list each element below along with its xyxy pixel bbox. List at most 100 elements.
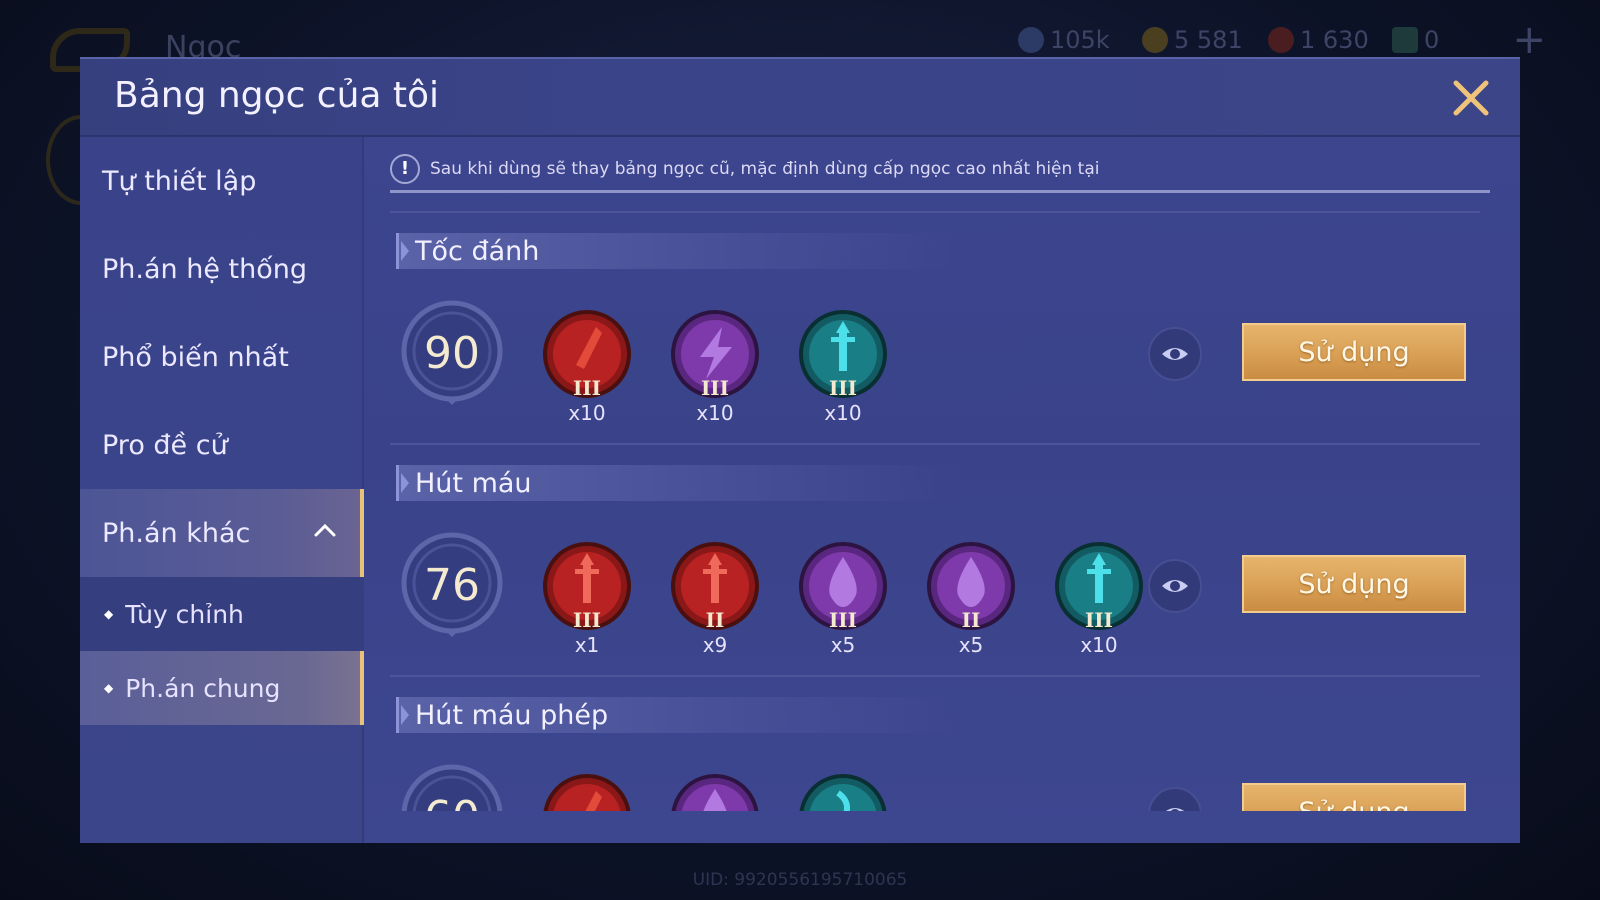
diamond-icon: ◆	[104, 607, 114, 621]
warning-icon: !	[390, 153, 420, 184]
set-name: Tốc đánh	[415, 235, 540, 267]
gem-tier: III	[701, 376, 729, 399]
red-blade-gem-icon	[543, 774, 631, 811]
gem-tier: III	[1085, 608, 1113, 631]
sidebar-item-custom[interactable]: Tự thiết lập	[80, 137, 364, 225]
gem-count: x10	[1080, 633, 1118, 657]
rune-gem[interactable]: III	[670, 309, 760, 400]
level-badge: 90	[398, 299, 506, 407]
set-header: Tốc đánh	[396, 233, 956, 269]
section-marker-icon	[401, 705, 409, 725]
chevron-up-icon	[314, 523, 336, 537]
sidebar-subitem-custom[interactable]: ◆ Tùy chỉnh	[80, 577, 364, 651]
sidebar-item-label: Phổ biến nhất	[102, 341, 289, 373]
gem-count: x10	[568, 401, 606, 425]
rune-gem[interactable]	[670, 773, 760, 811]
modal-title: Bảng ngọc của tôi	[114, 75, 440, 116]
divider	[390, 675, 1480, 677]
set-row-clipped: 60	[366, 751, 1520, 811]
ticket-icon	[1392, 27, 1418, 53]
red-blade-gem-icon: III	[543, 310, 631, 400]
purple-drop-gem-icon: II	[927, 542, 1015, 632]
rune-board-modal: Bảng ngọc của tôi Tự thiết lập Ph.án hệ …	[80, 57, 1520, 843]
level-badge: 76	[398, 531, 506, 639]
add-currency-button[interactable]: +	[1512, 20, 1546, 60]
preview-button[interactable]	[1148, 327, 1202, 381]
divider	[390, 211, 1480, 213]
gold-icon	[1142, 27, 1168, 53]
gem-tier: II	[962, 608, 981, 631]
rune-gem[interactable]: III	[798, 309, 888, 400]
currency-gem: 1 630	[1268, 26, 1369, 54]
set-name: Hút máu	[415, 467, 532, 499]
notice-text: Sau khi dùng sẽ thay bảng ngọc cũ, mặc đ…	[430, 158, 1100, 179]
set-header: Hút máu phép	[396, 697, 956, 733]
uid-label: UID: 9920556195710065	[692, 870, 908, 890]
level-badge: 60	[398, 763, 506, 811]
rune-gem[interactable]: III	[542, 309, 632, 400]
rune-set-list[interactable]: ! Sau khi dùng sẽ thay bảng ngọc cũ, mặc…	[366, 137, 1520, 843]
teal-gem-icon	[799, 774, 887, 811]
gem-tier: III	[573, 608, 601, 631]
rune-gem[interactable]: III	[542, 541, 632, 632]
eye-icon	[1165, 808, 1185, 811]
rune-gem[interactable]: II	[926, 541, 1016, 632]
gem-count: x10	[824, 401, 862, 425]
gem-count: x9	[702, 633, 728, 657]
close-button[interactable]	[1448, 75, 1494, 121]
gem-count: x10	[696, 401, 734, 425]
rune-gem[interactable]: III	[1054, 541, 1144, 632]
purple-bolt-gem-icon: III	[671, 310, 759, 400]
notice-bar: ! Sau khi dùng sẽ thay bảng ngọc cũ, mặc…	[390, 147, 1490, 193]
teal-sword-gem-icon: III	[799, 310, 887, 400]
preview-button[interactable]	[1148, 787, 1202, 811]
rune-gem[interactable]	[542, 773, 632, 811]
gem-tier: II	[706, 608, 725, 631]
currency-value: 1 630	[1300, 26, 1369, 54]
sidebar-item-popular[interactable]: Phổ biến nhất	[80, 313, 364, 401]
set-header: Hút máu	[396, 465, 956, 501]
currency-value: 0	[1424, 26, 1440, 54]
rune-gem[interactable]: III	[798, 541, 888, 632]
preview-button[interactable]	[1148, 559, 1202, 613]
red-sword-gem-icon: II	[671, 542, 759, 632]
use-button[interactable]: Sử dụng	[1242, 555, 1466, 613]
purple-drop-gem-icon	[671, 774, 759, 811]
use-button[interactable]: Sử dụng	[1242, 783, 1466, 811]
rune-gem[interactable]: II	[670, 541, 760, 632]
sidebar-item-other[interactable]: Ph.án khác	[80, 489, 364, 577]
section-marker-icon	[401, 473, 409, 493]
gem-tier: III	[573, 376, 601, 399]
use-button[interactable]: Sử dụng	[1242, 323, 1466, 381]
eye-icon	[1162, 348, 1188, 360]
sidebar: Tự thiết lập Ph.án hệ thống Phổ biến nhấ…	[80, 137, 364, 843]
sidebar-item-label: Ph.án hệ thống	[102, 253, 307, 285]
divider	[390, 443, 1480, 445]
sidebar-item-label: Pro đề cử	[102, 429, 228, 461]
currency-coin: 105k	[1018, 26, 1110, 54]
sidebar-item-pro[interactable]: Pro đề cử	[80, 401, 364, 489]
set-name: Hút máu phép	[415, 699, 609, 731]
sidebar-item-label: Ph.án khác	[102, 517, 251, 549]
sidebar-subitem-label: Ph.án chung	[125, 673, 281, 703]
gem-tier: III	[829, 376, 857, 399]
gem-count: x1	[574, 633, 600, 657]
section-marker-icon	[401, 241, 409, 261]
gem-count: x5	[830, 633, 856, 657]
coin-icon	[1018, 27, 1044, 53]
diamond-icon: ◆	[104, 681, 114, 695]
sidebar-subitem-general[interactable]: ◆ Ph.án chung	[80, 651, 364, 725]
level-number: 76	[424, 559, 480, 611]
close-icon	[1453, 80, 1489, 116]
level-number: 60	[424, 792, 480, 812]
purple-drop-gem-icon: III	[799, 542, 887, 632]
sidebar-item-system[interactable]: Ph.án hệ thống	[80, 225, 364, 313]
eye-icon	[1162, 580, 1188, 592]
sidebar-item-label: Tự thiết lập	[102, 165, 257, 197]
currency-gold: 5 581	[1142, 26, 1243, 54]
gem-icon	[1268, 27, 1294, 53]
sidebar-subitem-label: Tùy chỉnh	[125, 599, 244, 629]
rune-gem[interactable]	[798, 773, 888, 811]
modal-header: Bảng ngọc của tôi	[80, 59, 1520, 137]
level-number: 90	[424, 327, 480, 379]
